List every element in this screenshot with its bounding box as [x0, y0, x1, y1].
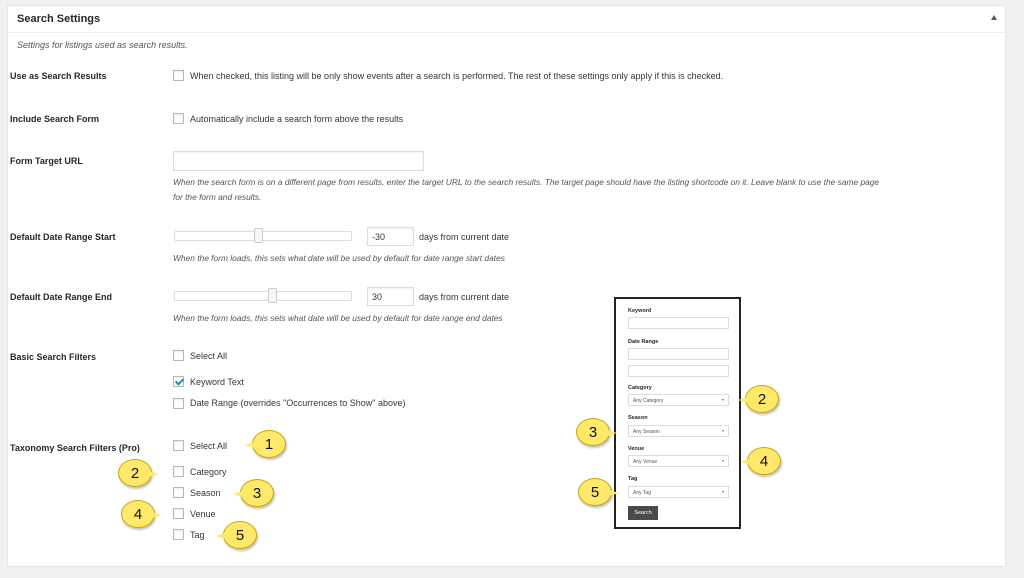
tag-option-label: Tag — [190, 530, 205, 540]
callout-1-number: 1 — [264, 436, 274, 453]
venue-checkbox[interactable] — [173, 508, 184, 519]
callout-5: 5 — [216, 521, 257, 549]
collapse-arrow-icon[interactable] — [991, 15, 997, 20]
preview-keyword-label: Keyword — [628, 308, 652, 314]
date-range-start-suffix: days from current date — [419, 232, 510, 242]
tag-checkbox[interactable] — [173, 529, 184, 540]
callout-4-number: 4 — [133, 506, 143, 523]
caret-down-icon — [722, 430, 724, 432]
callout-5-preview-number: 5 — [590, 484, 600, 501]
callout-1: 1 — [245, 430, 286, 458]
callout-2: 2 — [118, 459, 159, 487]
preview-venue-label: Venue — [628, 446, 645, 452]
basic-select-all-text: Select All — [190, 351, 228, 361]
preview-date-start-input[interactable] — [628, 348, 729, 360]
preview-search-button[interactable]: Search — [628, 506, 658, 520]
callout-2-preview: 2 — [738, 385, 779, 413]
form-target-url-input[interactable] — [173, 151, 424, 171]
callout-5-preview: 5 — [578, 478, 619, 506]
preview-keyword-input[interactable] — [628, 317, 729, 329]
preview-date-range-label: Date Range — [628, 339, 659, 345]
preview-venue-select[interactable]: Any Venue — [628, 455, 729, 467]
basic-search-filters-label: Basic Search Filters — [10, 352, 97, 362]
callout-2-number: 2 — [130, 465, 140, 482]
preview-season-label: Season — [628, 415, 648, 421]
date-range-start-help: When the form loads, this sets what date… — [173, 253, 505, 263]
basic-select-all-checkbox[interactable] — [173, 350, 184, 361]
season-checkbox[interactable] — [173, 487, 184, 498]
callout-3-number: 3 — [252, 485, 262, 502]
keyword-text-checkbox[interactable] — [173, 376, 184, 387]
callout-4-preview-number: 4 — [759, 453, 769, 470]
form-target-url-help-1: When the search form is on a different p… — [173, 177, 880, 187]
include-search-form-text: Automatically include a search form abov… — [190, 114, 404, 124]
date-range-end-input[interactable] — [367, 287, 414, 306]
venue-option-label: Venue — [190, 509, 216, 519]
callout-2-preview-number: 2 — [757, 391, 767, 408]
caret-down-icon — [722, 460, 724, 462]
callout-3-preview-number: 3 — [588, 424, 598, 441]
form-target-url-label: Form Target URL — [10, 156, 83, 166]
form-target-url-help-2: for the form and results. — [173, 192, 262, 202]
season-option-label: Season — [190, 488, 221, 498]
date-range-option-label: Date Range (overrides "Occurrences to Sh… — [190, 398, 406, 408]
include-search-form-checkbox[interactable] — [173, 113, 184, 124]
preview-category-value: Any Category — [633, 398, 664, 404]
preview-category-select[interactable]: Any Category — [628, 394, 729, 406]
date-range-end-slider[interactable] — [174, 291, 352, 301]
category-checkbox[interactable] — [173, 466, 184, 477]
use-search-results-text: When checked, this listing will be only … — [190, 71, 724, 81]
panel-header[interactable]: Search Settings — [8, 6, 1005, 33]
callout-5-number: 5 — [235, 527, 245, 544]
date-range-checkbox[interactable] — [173, 398, 184, 409]
preview-season-value: Any Season — [633, 429, 660, 435]
date-range-start-label: Default Date Range Start — [10, 232, 116, 242]
preview-date-end-input[interactable] — [628, 365, 729, 377]
preview-venue-value: Any Venue — [633, 459, 658, 465]
date-range-start-input[interactable] — [367, 227, 414, 246]
date-range-start-slider-handle[interactable] — [253, 228, 263, 243]
use-search-results-checkbox[interactable] — [173, 70, 184, 81]
callout-3: 3 — [233, 479, 274, 507]
use-search-results-label: Use as Search Results — [10, 71, 107, 81]
taxonomy-select-all-text: Select All — [190, 441, 228, 451]
preview-tag-value: Any Tag — [633, 490, 651, 496]
search-form-preview: Keyword Date Range Category Any Category… — [614, 297, 741, 529]
search-settings-panel: Search Settings Settings for listings us… — [7, 5, 1006, 567]
taxonomy-search-filters-label: Taxonomy Search Filters (Pro) — [10, 443, 140, 453]
date-range-end-help: When the form loads, this sets what date… — [173, 313, 503, 323]
preview-category-label: Category — [628, 385, 652, 391]
include-search-form-label: Include Search Form — [10, 114, 100, 124]
keyword-text-label: Keyword Text — [190, 377, 244, 387]
taxonomy-select-all-checkbox[interactable] — [173, 440, 184, 451]
preview-tag-label: Tag — [628, 476, 638, 482]
panel-title: Search Settings — [17, 13, 101, 25]
date-range-end-suffix: days from current date — [419, 292, 510, 302]
category-option-label: Category — [190, 467, 227, 477]
caret-down-icon — [722, 491, 724, 493]
callout-3-preview: 3 — [576, 418, 617, 446]
caret-down-icon — [722, 399, 724, 401]
date-range-end-label: Default Date Range End — [10, 292, 113, 302]
preview-season-select[interactable]: Any Season — [628, 425, 729, 437]
panel-description: Settings for listings used as search res… — [17, 40, 188, 50]
date-range-end-slider-handle[interactable] — [267, 288, 277, 303]
callout-4-preview: 4 — [740, 447, 781, 475]
preview-tag-select[interactable]: Any Tag — [628, 486, 729, 498]
date-range-start-slider[interactable] — [174, 231, 352, 241]
callout-4: 4 — [121, 500, 162, 528]
